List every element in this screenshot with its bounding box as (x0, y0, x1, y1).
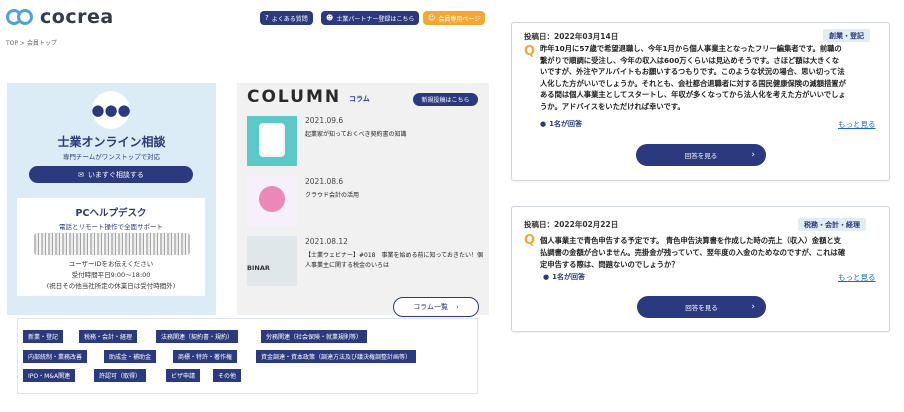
question-line: 個人事業主で青色申告する予定です。 青色申告決算書を作成した時の売上（収入）金額… (540, 236, 841, 245)
comment-icon: ● (543, 273, 550, 281)
consult-now-label: いますぐ相談する (87, 170, 144, 179)
see-answers-button[interactable]: 回答を見る › (637, 296, 766, 318)
question-line: 払調書の金額が合いません。売掛金が残っていて、翌年度の入金のためなのですが、これ… (540, 248, 846, 257)
partner-register-label: 士業パートナー登録はこちら (336, 15, 415, 23)
answer-count: ● 1名が回答 (543, 272, 585, 282)
answer-count: ● 1名が回答 (540, 119, 582, 129)
new-post-button[interactable]: 新規投稿はこちら (413, 93, 478, 106)
breadcrumb[interactable]: TOP > 会員トップ (6, 38, 57, 47)
column-thumb-webinar[interactable] (247, 236, 297, 286)
column-thumb-cloud[interactable] (247, 176, 297, 226)
column-date: 2021.08.12 (305, 237, 348, 246)
chevron-right-icon: › (455, 303, 459, 311)
logo-text: cocrea (40, 6, 114, 28)
category-tag[interactable]: 助成金・補助金 (104, 350, 157, 363)
see-answers-label: 回答を見る (685, 304, 718, 312)
category-tag[interactable]: 法務関連（契約書・規約） (156, 330, 239, 343)
column-subtitle: コラム (349, 95, 370, 103)
column-list-button[interactable]: コラム一覧 › (393, 297, 479, 317)
column-link[interactable]: クラウド会計の活用 (305, 191, 485, 201)
category-tag[interactable]: 許認可（取得） (94, 369, 147, 382)
answer-count-label: 1名が回答 (549, 120, 582, 128)
faq-button-label: よくある質問 (271, 15, 308, 23)
help-user-id-note: ユーザーIDをお伝えください (68, 260, 154, 268)
chevron-right-icon: › (751, 302, 755, 312)
people-icon: ●●● (91, 101, 131, 119)
category-tag[interactable]: IPO・M&A関連 (23, 369, 76, 382)
see-answers-button[interactable]: 回答を見る › (636, 144, 766, 166)
category-tag[interactable]: その他 (213, 369, 242, 382)
column-thumb-webinar-text: BINAR (247, 264, 270, 272)
envelope-icon: ✉ (78, 170, 84, 179)
answer-count-label: 1名が回答 (552, 273, 585, 281)
consult-now-button[interactable]: ✉ いますぐ相談する (29, 166, 193, 183)
column-link[interactable]: 【士業ウェビナー】#018 事業を始める前に知っておきたい！個人事業主に関する税… (305, 251, 485, 271)
member-page-button[interactable]: ☺ 会員専用ページ (423, 11, 486, 25)
see-more-link[interactable]: もっと見る (838, 119, 876, 130)
column-title: COLUMN (247, 87, 342, 107)
see-more-link[interactable]: もっと見る (838, 272, 876, 283)
question-line: ある間は個人事業主としてスタートし、年収が多くなってから法人化を考えた方がいいで… (540, 90, 846, 99)
question-circle-icon: ? (265, 14, 269, 22)
consult-title: 士業オンライン相談 (57, 135, 166, 149)
column-date: 2021.09.6 (305, 116, 344, 125)
category-tag[interactable]: ビザ申請 (166, 369, 201, 382)
column-link[interactable]: 起業家が知っておくべき契約書の知識 (305, 130, 485, 140)
help-desk-support-line: 電話とリモート操作で全面サポート (59, 223, 163, 231)
help-hours: 受付時間平日9:00～18:00 (71, 271, 151, 279)
see-answers-label: 回答を見る (684, 152, 718, 160)
posted-date: 投稿日：2022年03月14日 (524, 32, 619, 41)
chevron-right-icon: › (751, 150, 755, 160)
consult-icon-circle: ●●● (91, 91, 131, 129)
category-tag[interactable]: 内部統制・業務改善 (23, 350, 88, 363)
category-tag[interactable]: 新業・登記 (23, 330, 64, 343)
column-list-label: コラム一覧 (413, 303, 448, 311)
category-tag[interactable]: 資金調達・資本政策（調達方法及び議決権調整計画等） (256, 350, 417, 363)
category-tag[interactable]: 労務関連（社会保険・就業規則等） (261, 330, 368, 343)
help-holiday-note: (祝日その他当社所定の休業日は受付時間外) (46, 282, 176, 290)
q-mark: Q (524, 44, 536, 59)
logo[interactable]: cocrea (6, 6, 114, 28)
question-line: うか。アドバイスをいただければ幸いです。 (540, 101, 685, 111)
consult-subtitle: 専門チームがワンストップで対応 (62, 153, 161, 161)
user-plus-icon: ☻ (326, 14, 334, 22)
q-mark: Q (524, 233, 536, 248)
column-thumb-contract[interactable] (247, 116, 297, 166)
column-date: 2021.08.6 (305, 177, 344, 186)
category-tag[interactable]: 税務・会計・経理 (79, 330, 138, 343)
question-line: 繋がりで順調に受注し、今年の収入は600万くらいは見込めそうです。さほど額は大き… (540, 55, 840, 65)
question-line: いですが、外注やアルバイトもお願いするつもりです。このような状況の場合、思い切っ… (540, 67, 845, 76)
faq-button[interactable]: ? よくある質問 (260, 11, 313, 25)
category-tag[interactable]: 商標・特許・著作権 (173, 350, 238, 363)
cocrea-logo-icon (6, 8, 36, 26)
partner-register-button[interactable]: ☻ 士業パートナー登録はこちら (321, 11, 420, 25)
question-line: 人化した方がいいでしょうか。それとも、会社都合退職者に対する国民健康保険の減額措… (540, 78, 846, 88)
question-line: 定申告する際は、問題ないのでしょうか？ (540, 260, 679, 269)
member-page-label: 会員専用ページ (438, 15, 481, 23)
category-badge[interactable]: 創業・登記 (823, 29, 870, 42)
category-badge[interactable]: 税務・会計・経理 (798, 218, 866, 231)
user-icon: ☺ (428, 14, 436, 22)
phone-number-obscured (34, 233, 190, 255)
question-line: 昨年10月に57歳で希望退職し、今年1月から個人事業主となったフリー編集者です。… (540, 44, 842, 53)
help-desk-title: PCヘルプデスク (75, 208, 147, 219)
posted-date: 投稿日：2022年02月22日 (524, 220, 619, 229)
comment-icon: ● (540, 120, 547, 128)
